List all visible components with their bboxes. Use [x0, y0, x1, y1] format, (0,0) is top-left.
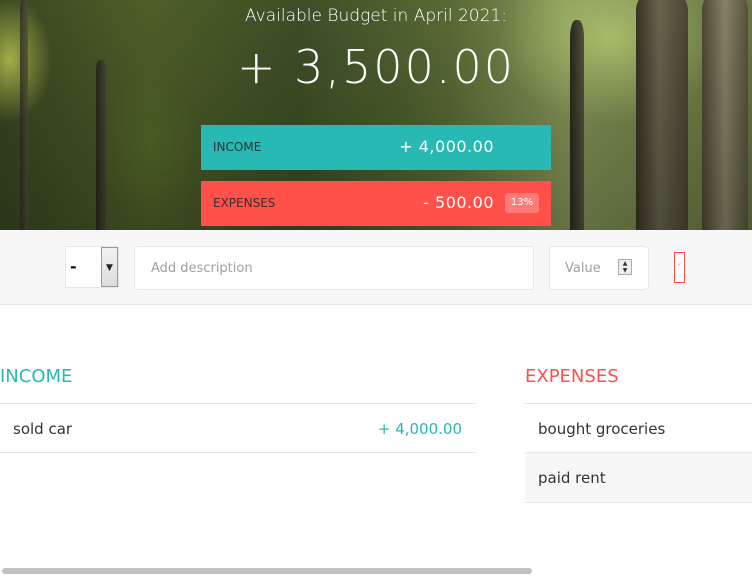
type-select[interactable]: - ▼: [65, 246, 119, 288]
item-description: paid rent: [538, 469, 606, 487]
income-section-title: Income: [0, 366, 73, 387]
add-item-form: - ▼ ▲▼ ✓: [0, 230, 752, 305]
value-input[interactable]: [549, 246, 649, 290]
budget-value: + 3,500.00: [236, 40, 515, 94]
check-icon: ✓: [677, 262, 682, 268]
list-item[interactable]: bought groceries: [525, 403, 752, 453]
income-list: sold car + 4,000.00: [0, 403, 475, 453]
expenses-percentage-badge: 13%: [505, 193, 539, 213]
item-description: sold car: [13, 420, 73, 438]
income-summary: Income + 4,000.00: [201, 125, 551, 170]
add-button[interactable]: ✓: [674, 252, 685, 283]
expenses-summary-label: Expenses: [213, 196, 276, 210]
expenses-list: bought groceries paid rent: [525, 403, 752, 503]
income-summary-value: + 4,000.00: [399, 137, 494, 156]
value-stepper[interactable]: ▲ ▼: [618, 259, 632, 275]
horizontal-scrollbar[interactable]: [2, 568, 532, 574]
list-item[interactable]: sold car + 4,000.00: [0, 403, 475, 453]
income-summary-label: Income: [213, 140, 262, 154]
description-input[interactable]: [134, 246, 534, 290]
header-background: Available Budget in April 2021: + 3,500.…: [0, 0, 752, 230]
expenses-summary-value: - 500.00: [423, 193, 494, 212]
item-value: + 4,000.00: [377, 420, 462, 438]
list-item[interactable]: paid rent: [525, 453, 752, 503]
chevron-down-icon[interactable]: ▼: [101, 247, 118, 287]
expenses-summary: Expenses - 500.00 13%: [201, 181, 551, 226]
budget-title: Available Budget in April 2021:: [245, 6, 507, 26]
item-description: bought groceries: [538, 420, 666, 438]
expenses-section-title: Expenses: [525, 366, 619, 387]
type-select-value: -: [70, 257, 77, 276]
